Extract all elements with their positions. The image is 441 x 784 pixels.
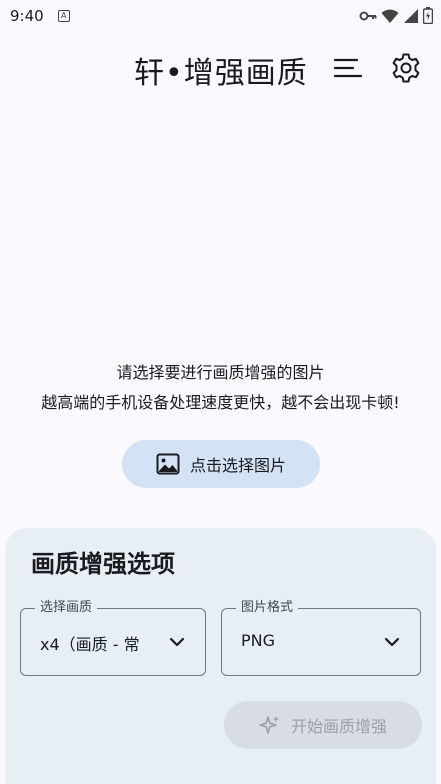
pick-image-label: 点击选择图片 [189,456,286,475]
hint-line-2: 越高端的手机设备处理速度更快，越不会出现卡顿! [41,393,400,412]
menu-icon [333,58,363,78]
menu-button[interactable] [328,48,368,88]
wifi-icon [381,9,399,23]
app-bar: 轩•增强画质 [0,40,441,96]
settings-button[interactable] [386,48,426,88]
start-enhance-button[interactable]: 开始画质增强 [224,701,422,749]
options-title: 画质增强选项 [31,550,175,578]
notification-icon: A [57,10,70,22]
status-bar: 9:40 A [0,0,441,32]
status-time: 9:40 [10,7,44,25]
format-label: 图片格式 [236,600,299,616]
quality-label: 选择画质 [35,600,98,616]
format-value: PNG [241,631,276,650]
chevron-down-icon [169,637,185,647]
signal-icon [404,8,418,23]
format-select[interactable]: 图片格式 PNG [221,600,421,676]
options-card: 画质增强选项 选择画质 x4（画质 - 常 图片格式 PNG 开始画质增强 [5,528,436,784]
hint-line-1: 请选择要进行画质增强的图片 [116,363,325,382]
start-enhance-label: 开始画质增强 [290,717,387,736]
status-icons [359,7,433,24]
sparkle-icon [259,715,280,734]
battery-icon [423,7,433,24]
pick-image-button[interactable]: 点击选择图片 [122,440,320,488]
key-icon [359,11,377,20]
quality-select[interactable]: 选择画质 x4（画质 - 常 [20,600,206,676]
image-icon [156,453,180,475]
app-title: 轩•增强画质 [134,56,308,91]
gear-icon [392,53,420,83]
chevron-down-icon [384,637,400,647]
quality-value: x4（画质 - 常 [40,635,140,654]
